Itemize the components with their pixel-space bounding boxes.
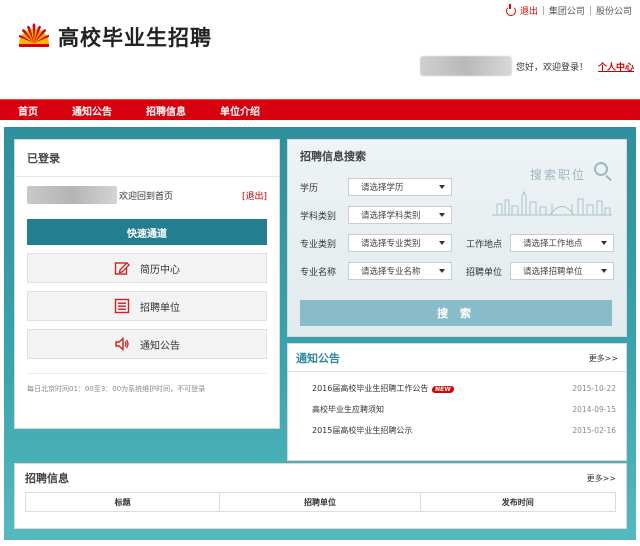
top-logout-link[interactable]: 退出 bbox=[520, 4, 538, 17]
blurred-username bbox=[419, 56, 512, 76]
blurred-username bbox=[27, 186, 117, 204]
welcome-bar: 您好，欢迎登录！ 个人中心 bbox=[419, 56, 634, 76]
notice-item[interactable]: 2016届高校毕业生招聘工作公告 NEW 2015-10-22 bbox=[296, 378, 618, 399]
login-panel: 已登录 欢迎回到首页 [退出] 快速通道 简历中心 招聘单位 通知公告 每日北京 bbox=[14, 139, 280, 429]
notices-title: 通知公告 bbox=[296, 352, 340, 365]
notices-panel: 通知公告 更多>> 2016届高校毕业生招聘工作公告 NEW 2015-10-22… bbox=[287, 343, 627, 461]
welcome-back-text: 欢迎回到首页 bbox=[119, 191, 174, 202]
resume-center-button[interactable]: 简历中心 bbox=[27, 253, 267, 283]
education-label: 学历 bbox=[300, 183, 319, 194]
employer-row: 招聘单位 请选择招聘单位 bbox=[466, 262, 614, 280]
nav-item-jobs[interactable]: 招聘信息 bbox=[146, 103, 186, 118]
separator: | bbox=[588, 5, 592, 16]
edit-icon bbox=[114, 260, 130, 276]
education-row: 学历 请选择学历 bbox=[300, 178, 452, 196]
site-title: 高校毕业生招聘 bbox=[58, 26, 212, 50]
city-skyline-icon bbox=[492, 190, 612, 216]
major-name-row: 专业名称 请选择专业名称 bbox=[300, 262, 452, 280]
education-select[interactable]: 请选择学历 bbox=[348, 178, 452, 196]
column-header-title[interactable]: 标题 bbox=[26, 493, 221, 511]
divider bbox=[288, 371, 626, 372]
quick-channel-button[interactable]: 快速通道 bbox=[27, 219, 267, 245]
employer-label: 招聘单位 bbox=[466, 267, 503, 278]
user-row: 欢迎回到首页 [退出] bbox=[27, 185, 267, 205]
column-header-date[interactable]: 发布时间 bbox=[421, 493, 615, 511]
separator: | bbox=[541, 5, 545, 16]
column-header-employer[interactable]: 招聘单位 bbox=[220, 493, 421, 511]
new-badge: NEW bbox=[431, 386, 455, 393]
notice-title: 2016届高校毕业生招聘工作公告 bbox=[312, 384, 429, 393]
main-area: 已登录 欢迎回到首页 [退出] 快速通道 简历中心 招聘单位 通知公告 每日北京 bbox=[4, 127, 636, 540]
notices-label: 通知公告 bbox=[140, 340, 180, 352]
major-category-row: 专业类别 请选择专业类别 bbox=[300, 234, 452, 252]
employers-label: 招聘单位 bbox=[140, 302, 180, 314]
discipline-row: 学科类别 请选择学科类别 bbox=[300, 206, 452, 224]
login-panel-title: 已登录 bbox=[27, 152, 60, 165]
main-nav: 首页 通知公告 招聘信息 单位介绍 bbox=[0, 99, 640, 120]
top-links: 退出 | 集团公司 | 股份公司 bbox=[505, 3, 632, 17]
welcome-text: 您好，欢迎登录！ bbox=[515, 62, 588, 73]
job-search-panel: 招聘信息搜索 搜索职位 学历 请选择学历 学科类别 请选择学科类别 专业类别 请… bbox=[287, 139, 627, 337]
major-category-label: 专业类别 bbox=[300, 239, 337, 250]
notice-item[interactable]: 高校毕业生应聘须知 2014-09-15 bbox=[296, 399, 618, 420]
nav-item-notices[interactable]: 通知公告 bbox=[72, 103, 112, 118]
group-company-link[interactable]: 集团公司 bbox=[549, 4, 585, 17]
work-location-select[interactable]: 请选择工作地点 bbox=[510, 234, 614, 252]
employers-button[interactable]: 招聘单位 bbox=[27, 291, 267, 321]
company-link[interactable]: 股份公司 bbox=[596, 4, 632, 17]
jobs-table-header: 标题 招聘单位 发布时间 bbox=[25, 492, 616, 512]
notices-header: 通知公告 更多>> bbox=[296, 350, 618, 366]
notice-date: 2015-02-16 bbox=[572, 426, 616, 435]
work-location-label: 工作地点 bbox=[466, 239, 503, 250]
list-icon bbox=[114, 298, 130, 314]
jobs-panel: 招聘信息 更多>> 标题 招聘单位 发布时间 bbox=[14, 463, 627, 529]
site-logo[interactable]: 高校毕业生招聘 bbox=[16, 22, 212, 52]
notice-title: 2015届高校毕业生招聘公示 bbox=[312, 426, 413, 435]
work-location-row: 工作地点 请选择工作地点 bbox=[466, 234, 614, 252]
search-deco-text: 搜索职位 bbox=[529, 168, 586, 182]
maintenance-note: 每日北京时间01：00至3：00为系统维护时间，不可登录 bbox=[27, 373, 267, 394]
notices-more-link[interactable]: 更多>> bbox=[589, 353, 618, 364]
search-button[interactable]: 搜 索 bbox=[300, 300, 612, 326]
search-decoration: 搜索职位 bbox=[492, 160, 612, 216]
resume-center-label: 简历中心 bbox=[140, 264, 180, 276]
employer-select[interactable]: 请选择招聘单位 bbox=[510, 262, 614, 280]
jobs-more-link[interactable]: 更多>> bbox=[587, 473, 616, 484]
major-name-label: 专业名称 bbox=[300, 267, 337, 278]
personal-center-link[interactable]: 个人中心 bbox=[598, 60, 634, 73]
divider bbox=[15, 176, 279, 177]
petrochina-logo-icon bbox=[19, 23, 49, 47]
major-category-select[interactable]: 请选择专业类别 bbox=[348, 234, 452, 252]
notices-button[interactable]: 通知公告 bbox=[27, 329, 267, 359]
notice-item[interactable]: 2015届高校毕业生招聘公示 2015-02-16 bbox=[296, 420, 618, 441]
jobs-title: 招聘信息 bbox=[25, 472, 69, 485]
notice-title: 高校毕业生应聘须知 bbox=[312, 405, 384, 414]
nav-item-employers[interactable]: 单位介绍 bbox=[220, 103, 260, 118]
notice-date: 2014-09-15 bbox=[572, 405, 616, 414]
nav-item-home[interactable]: 首页 bbox=[18, 103, 38, 118]
jobs-header: 招聘信息 更多>> bbox=[25, 470, 616, 486]
discipline-label: 学科类别 bbox=[300, 211, 337, 222]
major-name-select[interactable]: 请选择专业名称 bbox=[348, 262, 452, 280]
notice-date: 2015-10-22 bbox=[572, 384, 616, 393]
discipline-select[interactable]: 请选择学科类别 bbox=[348, 206, 452, 224]
logout-link[interactable]: [退出] bbox=[242, 189, 267, 202]
magnifier-icon bbox=[594, 162, 608, 176]
speaker-icon bbox=[114, 336, 130, 352]
power-icon bbox=[505, 3, 516, 16]
